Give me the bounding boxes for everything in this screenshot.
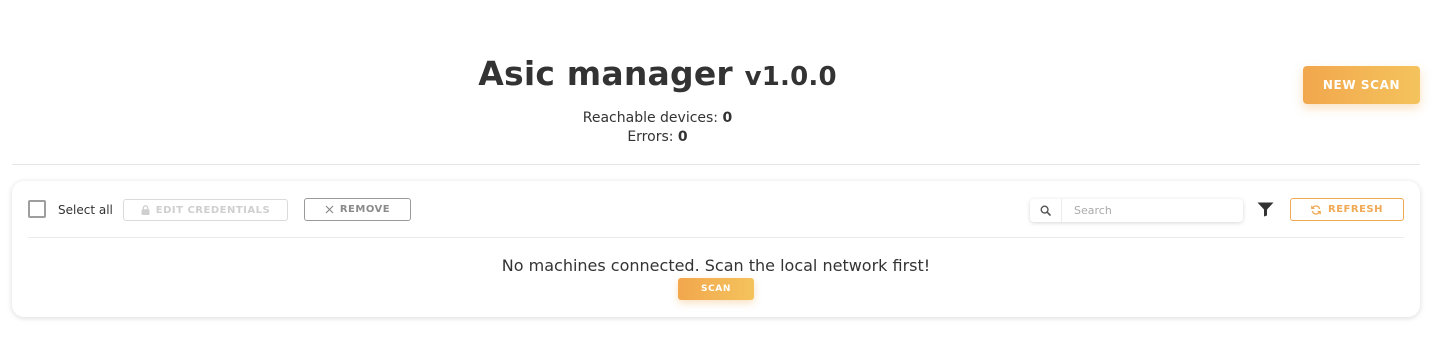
edit-credentials-label: EDIT CREDENTIALS bbox=[155, 204, 271, 216]
lock-icon bbox=[141, 205, 150, 215]
search-box bbox=[1030, 199, 1243, 222]
remove-button[interactable]: REMOVE bbox=[304, 198, 411, 221]
page-header: Asic manager v1.0.0 Reachable devices: 0… bbox=[0, 0, 1435, 150]
refresh-button[interactable]: REFRESH bbox=[1290, 198, 1404, 221]
select-all-label[interactable]: Select all bbox=[58, 202, 113, 218]
machines-card: Select all EDIT CREDENTIALS REMOVE Searc… bbox=[12, 181, 1420, 317]
reachable-devices-stat: Reachable devices: 0 bbox=[0, 109, 1315, 128]
search-input[interactable] bbox=[1062, 199, 1243, 222]
reachable-devices-count: 0 bbox=[722, 110, 733, 126]
title-block: Asic manager v1.0.0 Reachable devices: 0… bbox=[0, 52, 1315, 147]
new-scan-button[interactable]: NEW SCAN bbox=[1303, 66, 1420, 104]
machines-toolbar: Select all EDIT CREDENTIALS REMOVE Searc… bbox=[12, 181, 1420, 237]
search-icon-container bbox=[1030, 199, 1062, 222]
app-version: v1.0.0 bbox=[744, 62, 837, 92]
empty-state-message: No machines connected. Scan the local ne… bbox=[501, 256, 931, 275]
reachable-devices-label: Reachable devices: bbox=[582, 110, 719, 126]
app-title: Asic manager bbox=[478, 54, 733, 93]
close-icon bbox=[325, 205, 334, 214]
toolbar-divider bbox=[28, 237, 1404, 238]
scan-button[interactable]: SCAN bbox=[678, 278, 754, 300]
filter-icon[interactable] bbox=[1257, 202, 1274, 217]
refresh-label: REFRESH bbox=[1328, 204, 1383, 215]
select-all-checkbox[interactable] bbox=[28, 200, 46, 218]
device-stats: Reachable devices: 0 Errors: 0 bbox=[0, 109, 1315, 147]
edit-credentials-button[interactable]: EDIT CREDENTIALS bbox=[123, 199, 288, 221]
header-divider bbox=[12, 164, 1420, 165]
refresh-icon bbox=[1311, 204, 1321, 215]
remove-label: REMOVE bbox=[339, 204, 391, 215]
errors-stat: Errors: 0 bbox=[0, 128, 1315, 147]
errors-label: Errors: bbox=[627, 129, 674, 145]
asic-manager-page: Asic manager v1.0.0 Reachable devices: 0… bbox=[0, 0, 1435, 340]
page-title: Asic manager v1.0.0 bbox=[0, 52, 1315, 99]
search-icon bbox=[1040, 205, 1051, 216]
errors-count: 0 bbox=[677, 129, 688, 145]
